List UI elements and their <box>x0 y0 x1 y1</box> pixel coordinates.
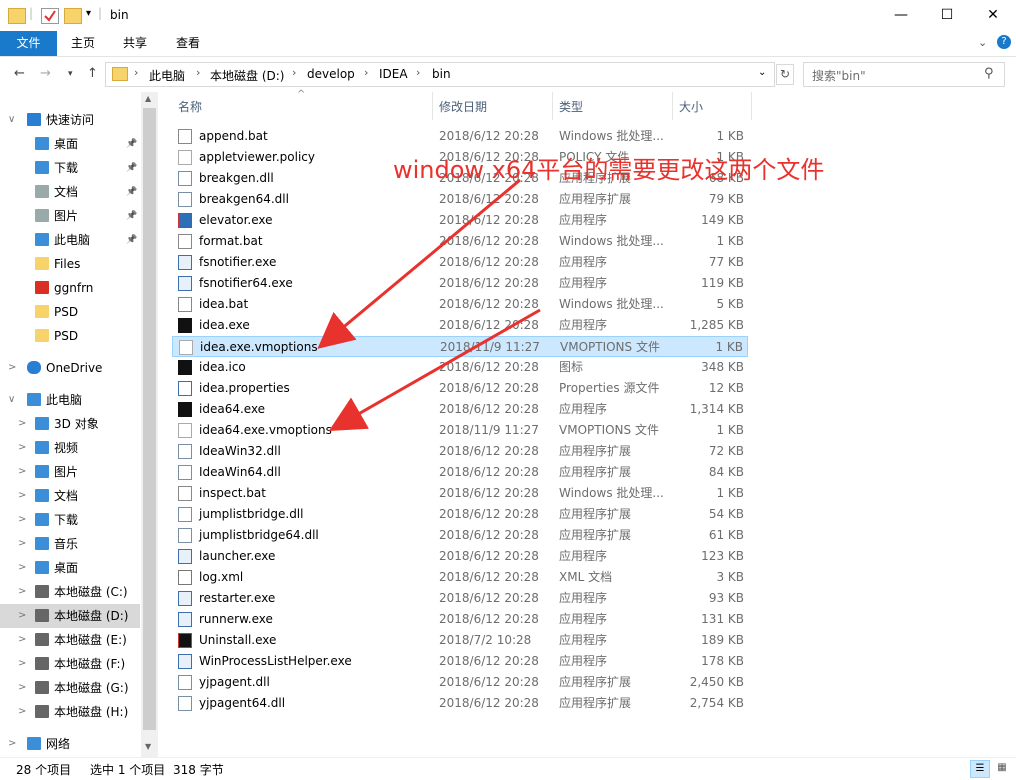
status-bar: 28 个项目 选中 1 个项目 318 字节 ☰ ▦ <box>0 757 1016 780</box>
arrow-to-idea-vmoptions <box>317 178 521 349</box>
selection-count: 选中 1 个项目 <box>90 763 166 777</box>
details-view-icon[interactable]: ☰ <box>970 760 990 778</box>
selection-size: 318 字节 <box>173 763 224 777</box>
item-count: 28 个项目 <box>16 763 72 777</box>
arrow-to-idea64-vmoptions <box>328 308 541 431</box>
annotation-arrows <box>317 178 541 431</box>
large-icons-view-icon[interactable]: ▦ <box>993 760 1011 776</box>
